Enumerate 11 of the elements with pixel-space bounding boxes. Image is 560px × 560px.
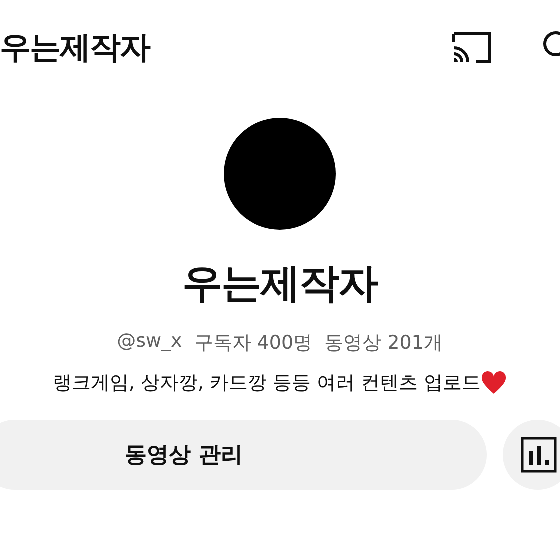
- heart-icon: [481, 371, 508, 395]
- cast-icon[interactable]: [452, 32, 492, 64]
- manage-videos-button[interactable]: 동영상 관리: [0, 420, 487, 490]
- bar-chart-icon: [521, 437, 557, 473]
- analytics-button[interactable]: [503, 420, 560, 490]
- channel-handle: @sw_x: [117, 330, 182, 354]
- video-count: 동영상 201개: [324, 331, 443, 356]
- channel-description: 랭크게임, 상자깡, 카드깡 등등 여러 컨텐츠 업로드: [52, 371, 482, 396]
- subscriber-count: 구독자 400명: [194, 331, 313, 356]
- channel-title: 우는제작자: [0, 29, 150, 68]
- channel-name: 우는제작자: [182, 260, 378, 308]
